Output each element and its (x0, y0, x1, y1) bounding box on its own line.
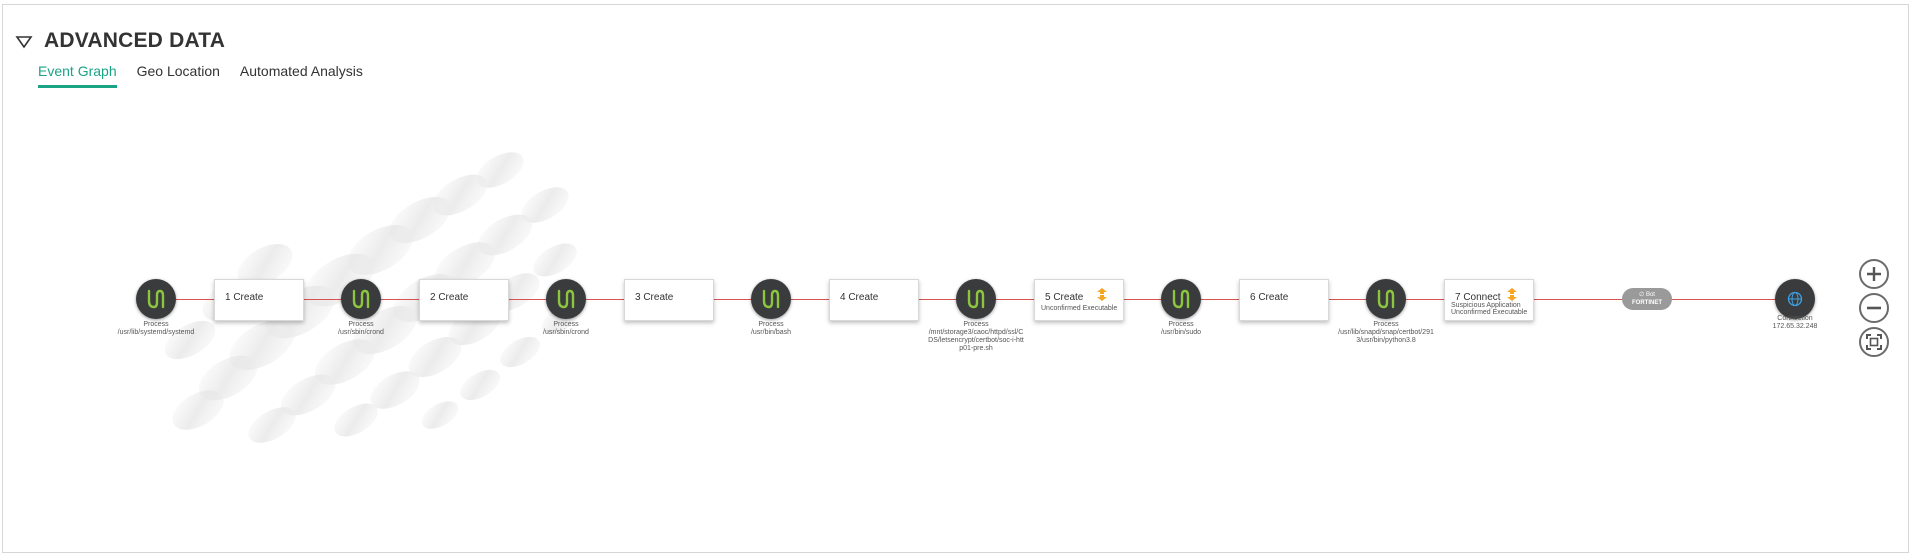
tab-event-graph[interactable]: Event Graph (38, 61, 117, 88)
badge-line2: FORTINET (1632, 300, 1662, 306)
process-node-label: Process/usr/bin/bash (750, 321, 792, 336)
fortinet-badge[interactable]: ∅ Bot FORTINET (1622, 288, 1672, 310)
edge-line (791, 299, 829, 300)
zoom-in-icon (1867, 267, 1881, 281)
globe-icon (1787, 291, 1803, 307)
event-box[interactable]: 6 Create (1239, 279, 1329, 321)
zoom-out-button[interactable] (1859, 293, 1889, 323)
badge-line1: ∅ Bot (1639, 292, 1655, 298)
edge-line (381, 299, 419, 300)
process-node-label: Process/usr/lib/systemd/systemd (117, 321, 195, 336)
event-box[interactable]: 4 Create (829, 279, 919, 321)
edge-line (1124, 299, 1162, 300)
edge-line (1534, 299, 1622, 300)
event-sub-label: Unconfirmed Executable (1041, 305, 1118, 312)
edge-line (1329, 299, 1367, 300)
process-node[interactable] (751, 279, 791, 319)
fit-to-screen-icon (1866, 334, 1882, 350)
event-label: 3 Create (635, 292, 674, 303)
connection-node-label: Connection 172.65.32.248 (1772, 315, 1818, 330)
edge-line (176, 299, 214, 300)
process-icon (1172, 289, 1190, 309)
zoom-in-button[interactable] (1859, 259, 1889, 289)
process-node-label: Process/usr/sbin/crond (543, 321, 589, 336)
connection-node[interactable] (1775, 279, 1815, 319)
tab-bar: Event Graph Geo Location Automated Analy… (38, 61, 383, 88)
fit-to-screen-button[interactable] (1859, 327, 1889, 357)
event-box[interactable]: 3 Create (624, 279, 714, 321)
process-icon (352, 289, 370, 309)
process-node-label: Process/usr/lib/snapd/snap/certbot/2913/… (1338, 321, 1434, 344)
zoom-out-icon (1867, 306, 1881, 310)
edge-line (714, 299, 752, 300)
edge-line (1201, 299, 1239, 300)
process-node[interactable] (341, 279, 381, 319)
edge-line (996, 299, 1034, 300)
process-node[interactable] (1366, 279, 1406, 319)
edge-line (919, 299, 957, 300)
event-box[interactable]: 7 Connect Suspicious Application Unconfi… (1444, 279, 1534, 321)
event-sub-label: Suspicious Application Unconfirmed Execu… (1451, 302, 1528, 316)
warning-icon (1097, 288, 1107, 304)
edge-line (509, 299, 547, 300)
process-node[interactable] (1161, 279, 1201, 319)
section-title: ADVANCED DATA (44, 29, 226, 52)
event-box[interactable]: 5 Create Unconfirmed Executable (1034, 279, 1124, 321)
process-icon (1377, 289, 1395, 309)
collapse-toggle-icon[interactable] (15, 35, 33, 49)
event-label: 5 Create (1045, 292, 1084, 303)
process-icon (557, 289, 575, 309)
tab-geo-location[interactable]: Geo Location (137, 61, 220, 88)
event-label: 4 Create (840, 292, 879, 303)
tab-automated-analysis[interactable]: Automated Analysis (240, 61, 363, 88)
event-box[interactable]: 1 Create (214, 279, 304, 321)
process-icon (147, 289, 165, 309)
edge-line (1406, 299, 1444, 300)
event-box[interactable]: 2 Create (419, 279, 509, 321)
process-node-label: Process/usr/sbin/crond (338, 321, 384, 336)
process-node-label: Process/mnt/storage3/caoc/httpd/ssl/CDS/… (928, 321, 1024, 352)
edge-line (304, 299, 342, 300)
event-label: 6 Create (1250, 292, 1289, 303)
process-node[interactable] (546, 279, 586, 319)
process-icon (762, 289, 780, 309)
edge-line (1672, 299, 1776, 300)
event-label: 1 Create (225, 292, 264, 303)
event-label: 2 Create (430, 292, 469, 303)
process-node[interactable] (136, 279, 176, 319)
process-icon (967, 289, 985, 309)
process-node-label: Process/usr/bin/sudo (1160, 321, 1202, 336)
process-node[interactable] (956, 279, 996, 319)
edge-line (586, 299, 624, 300)
